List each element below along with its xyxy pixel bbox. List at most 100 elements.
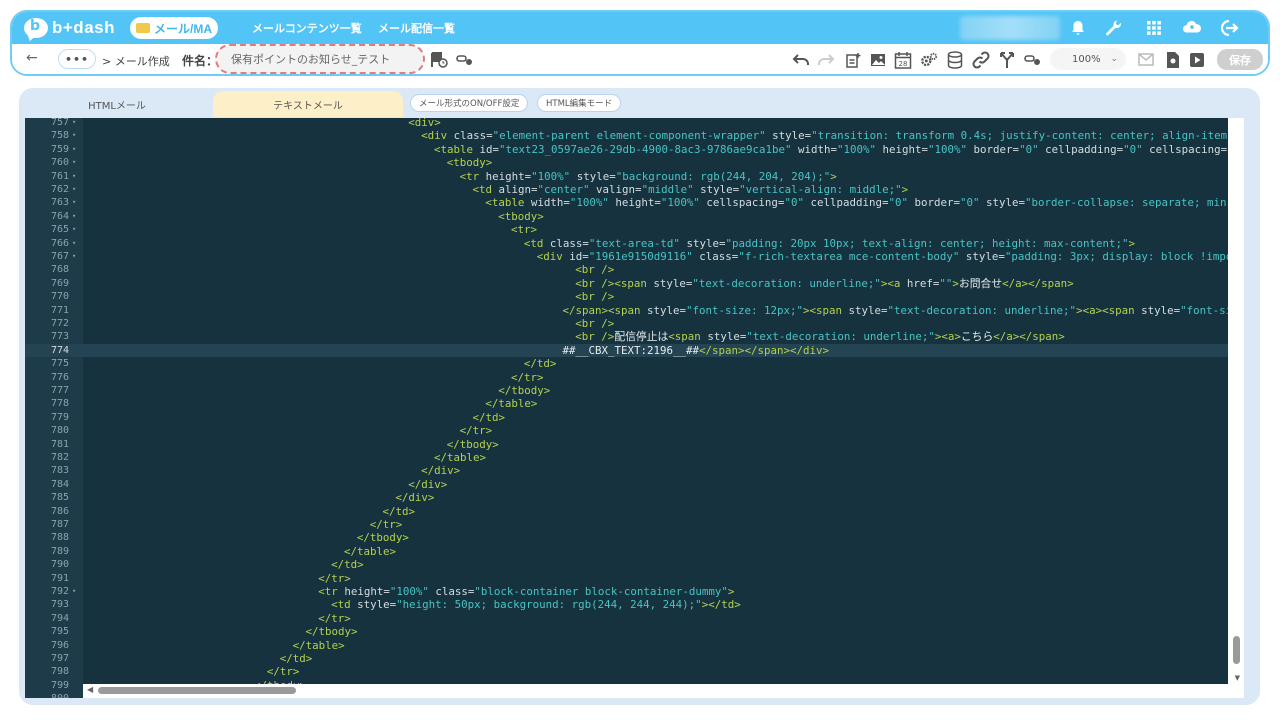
wrench-icon[interactable] [1104,18,1124,38]
code-line[interactable]: 765 ▾ <tr> [25,223,1244,236]
code-line[interactable]: 769 <br /><span style="text-decoration: u… [25,277,1244,290]
undo-icon[interactable] [792,51,810,69]
mail-icon[interactable] [1138,51,1156,69]
code-line[interactable]: 793 <td style="height: 50px; background: … [25,598,1244,611]
fold-toggle-icon[interactable]: ▾ [72,585,76,598]
code-line[interactable]: 762 ▾ <td align="center" valign="middle" s… [25,183,1244,196]
branch-icon[interactable] [998,51,1016,69]
mode-pill-mail-ma[interactable]: メール/MA [130,17,218,39]
image-icon[interactable] [869,51,887,69]
code-line[interactable]: 773 <br />配信停止は<span style="text-decorati… [25,330,1244,343]
code-line[interactable]: 783 </div> [25,464,1244,477]
code-line[interactable]: 760 ▾ <tbody> [25,156,1244,169]
mail-format-toggle-button[interactable]: メール形式のON/OFF設定 [410,94,529,112]
code-line[interactable]: 768 <br /> [25,263,1244,276]
code-line[interactable]: 767 ▾ <div id="1961e9150d9116" class="f-ri… [25,250,1244,263]
code-line[interactable]: 775 </td> [25,357,1244,370]
back-arrow-icon[interactable]: ← [26,50,38,66]
code-line[interactable]: 789 </table> [25,545,1244,558]
line-number: 759 [50,143,69,155]
link-settings-icon[interactable] [456,51,474,69]
code-line[interactable]: 770 <br /> [25,290,1244,303]
header-bar: b b+dash メール/MA メールコンテンツ一覧 メール配信一覧 [12,12,1268,44]
code-line[interactable]: 790 </td> [25,558,1244,571]
vertical-scroll-thumb[interactable] [1233,636,1240,664]
fold-toggle-icon[interactable]: ▾ [72,183,76,196]
more-options-button[interactable]: ••• [58,49,96,69]
scroll-left-arrow-icon[interactable]: ◀ [87,685,93,694]
vertical-scrollbar[interactable]: ▼ [1228,118,1244,684]
code-line[interactable]: 774 ##__CBX_TEXT:2196__##</span></span></… [25,343,1244,358]
code-line[interactable]: 761 ▾ <tr height="100%" style="background:… [25,170,1244,183]
html-edit-mode-button[interactable]: HTML編集モード [537,94,622,112]
gear-icon[interactable] [920,51,938,69]
redo-icon[interactable] [817,51,835,69]
fold-toggle-icon[interactable]: ▾ [72,210,76,223]
tab-html-mail[interactable]: HTMLメール [22,91,212,117]
calendar-icon[interactable]: 28 [894,51,912,69]
save-button[interactable]: 保存 [1217,49,1263,70]
code-line[interactable]: 759 ▾ <table id="text23_0597ae26-29db-4900… [25,143,1244,156]
code-line[interactable]: 788 </tbody> [25,531,1244,544]
code-line[interactable]: 766 ▾ <td class="text-area-td" style="padd… [25,237,1244,250]
code-line[interactable]: 792 ▾ <tr height="100%" class="block-conta… [25,585,1244,598]
code-line[interactable]: 795 </tbody> [25,625,1244,638]
user-cloud-icon[interactable] [1182,18,1202,38]
flag-clock-icon[interactable] [430,51,448,69]
fold-toggle-icon[interactable]: ▾ [72,223,76,236]
code-editor[interactable]: 757 ▾ <div> 758 ▾ <div class="element-parent … [25,118,1244,698]
fold-toggle-icon[interactable]: ▾ [72,196,76,209]
line-number: 793 [50,599,69,611]
code-line[interactable]: 763 ▾ <table width="100%" height="100%" ce… [25,196,1244,209]
horizontal-scrollbar[interactable]: ◀ [83,684,1244,698]
nav-mail-content-list[interactable]: メールコンテンツ一覧 [252,20,362,36]
add-doc-icon[interactable] [844,51,862,69]
mail-folder-icon [136,23,150,33]
play-icon[interactable] [1188,51,1206,69]
zoom-select[interactable]: 100% ⌄ [1050,48,1126,70]
code-line[interactable]: 776 </tr> [25,371,1244,384]
code-line[interactable]: 757 ▾ <div> [25,118,1244,129]
bell-icon[interactable] [1068,18,1088,38]
code-line[interactable]: 797 </td> [25,652,1244,665]
code-line[interactable]: 787 </tr> [25,518,1244,531]
code-line[interactable]: 778 </table> [25,397,1244,410]
code-line[interactable]: 777 </tbody> [25,384,1244,397]
code-line[interactable]: 781 </tbody> [25,438,1244,451]
code-line[interactable]: 796 </table> [25,639,1244,652]
fold-toggle-icon[interactable]: ▾ [72,237,76,250]
scroll-down-arrow-icon[interactable]: ▼ [1235,674,1240,682]
link-gear-icon[interactable] [1024,51,1042,69]
grid-icon[interactable] [1144,18,1164,38]
fold-toggle-icon[interactable]: ▾ [72,170,76,183]
code-line[interactable]: 784 </div> [25,478,1244,491]
code-line[interactable]: 782 </table> [25,451,1244,464]
logout-icon[interactable] [1220,18,1240,38]
fold-toggle-icon[interactable]: ▾ [72,129,76,142]
code-line[interactable]: 779 </td> [25,411,1244,424]
code-line[interactable]: 764 ▾ <tbody> [25,210,1244,223]
code-line[interactable]: 794 </tr> [25,612,1244,625]
code-line[interactable]: 786 </td> [25,505,1244,518]
code-line[interactable]: 791 </tr> [25,572,1244,585]
doc-icon[interactable] [1164,51,1182,69]
code-line[interactable]: 780 </tr> [25,424,1244,437]
code-line[interactable]: 772 <br /> [25,317,1244,330]
code-line[interactable]: 785 </div> [25,491,1244,504]
fold-toggle-icon[interactable]: ▾ [72,118,76,129]
database-icon[interactable] [946,51,964,69]
subject-input[interactable]: 保有ポイントのお知らせ_テスト [215,44,425,74]
code-line[interactable]: 771 </span><span style="font-size: 12px;"… [25,304,1244,317]
line-number: 757 [50,118,69,128]
fold-toggle-icon[interactable]: ▾ [72,143,76,156]
code-line[interactable]: 758 ▾ <div class="element-parent element-c… [25,129,1244,142]
fold-toggle-icon[interactable]: ▾ [72,156,76,169]
logo[interactable]: b b+dash [24,16,115,40]
code-line[interactable]: 798 </tr> [25,665,1244,678]
horizontal-scroll-thumb[interactable] [98,687,296,694]
tab-text-mail[interactable]: テキストメール [213,91,403,117]
fold-toggle-icon[interactable]: ▾ [72,250,76,263]
link-icon[interactable] [972,51,990,69]
user-info-blurred[interactable] [960,16,1060,40]
nav-mail-delivery-list[interactable]: メール配信一覧 [378,20,455,36]
